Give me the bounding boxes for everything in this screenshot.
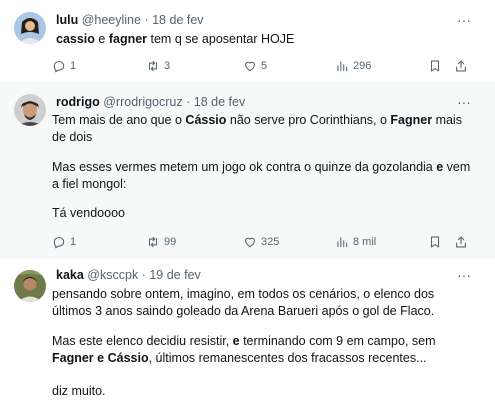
like-count: 5 <box>261 60 268 72</box>
share-icon <box>456 236 466 248</box>
tweet-feed: lulu @heeyline · 18 de fev ··· cassio e … <box>0 0 495 400</box>
views-icon <box>337 237 348 248</box>
reply-icon <box>53 237 65 249</box>
reply-count: 1 <box>70 60 77 72</box>
tweet-date[interactable]: 19 de fev <box>149 268 200 282</box>
separator-dot: · <box>144 13 149 27</box>
tweet-rodrigo[interactable]: rodrigo @rrodrigocruz · 18 de fev ··· Te… <box>0 83 495 257</box>
retweet-button[interactable]: 99 <box>146 233 176 251</box>
avatar[interactable] <box>14 94 46 126</box>
bookmark-icon <box>430 60 440 72</box>
share-button[interactable] <box>454 233 468 251</box>
user-handle[interactable]: @heeyline <box>82 13 141 27</box>
mention-fagner: Fagner <box>52 351 94 365</box>
text-fragment: , últimos remanescentes dos fracassos re… <box>148 351 427 365</box>
text-fragment: Tem mais de ano que o <box>52 113 186 127</box>
tweet-text-p3: Tá vendoooo <box>52 205 477 222</box>
tweet-text-p2: Mas este elenco decidiu resistir, e term… <box>52 333 477 367</box>
mention-cassio: cassio <box>56 32 95 46</box>
views-count: 8 mil <box>353 236 377 248</box>
like-count: 325 <box>261 236 280 248</box>
heart-icon <box>245 61 255 72</box>
bookmark-button[interactable] <box>428 57 442 75</box>
retweet-count: 3 <box>164 60 171 72</box>
tweet-text-p3: diz muito. <box>52 383 477 400</box>
share-button[interactable] <box>454 57 468 75</box>
text-fragment: Tá vendoooo <box>52 206 125 220</box>
avatar-image <box>14 12 46 44</box>
highlight-e: e <box>232 334 240 348</box>
avatar-image <box>14 94 46 126</box>
tweet-actions: 1 99 325 8 mil <box>52 233 477 251</box>
text-fragment: tem q se aposentar HOJE <box>147 32 295 46</box>
reply-button[interactable]: 1 <box>52 233 76 251</box>
reply-icon <box>53 61 65 73</box>
tweet-text: cassio e fagner tem q se aposentar HOJE <box>56 31 481 48</box>
views-button[interactable]: 8 mil <box>335 233 376 251</box>
bookmark-icon <box>430 236 440 248</box>
separator-dot: · <box>141 268 146 282</box>
tweet-kaka[interactable]: kaka @ksccpk · 19 de fev ··· pensando so… <box>0 258 495 400</box>
retweet-count: 99 <box>164 236 177 248</box>
display-name[interactable]: kaka <box>56 268 84 282</box>
display-name[interactable]: rodrigo <box>56 95 100 109</box>
user-handle[interactable]: @ksccpk <box>87 268 138 282</box>
heart-icon <box>245 237 255 248</box>
reply-button[interactable]: 1 <box>52 57 76 75</box>
display-name[interactable]: lulu <box>56 13 78 27</box>
tweet-text-p2: Mas esses vermes metem um jogo ok contra… <box>52 159 477 193</box>
retweet-icon <box>148 236 158 248</box>
tweet-date[interactable]: 18 de fev <box>152 13 203 27</box>
more-icon[interactable]: ··· <box>455 268 473 283</box>
separator-dot: · <box>186 95 191 109</box>
retweet-button[interactable]: 3 <box>146 57 170 75</box>
tweet-text-p1: pensando sobre ontem, imagino, em todos … <box>52 286 477 320</box>
bookmark-button[interactable] <box>428 233 442 251</box>
views-count: 296 <box>353 60 372 72</box>
mention-cassio: Cássio <box>185 113 227 127</box>
tweet-date[interactable]: 18 de fev <box>194 95 245 109</box>
text-fragment: diz muito. <box>52 384 106 398</box>
tweet-header: rodrigo @rrodrigocruz · 18 de fev <box>56 94 245 110</box>
text-fragment: terminando com 9 em campo, sem <box>239 334 439 348</box>
tweet-header: lulu @heeyline · 18 de fev <box>56 12 204 28</box>
tweet-actions: 1 3 5 296 <box>52 57 477 75</box>
more-icon[interactable]: ··· <box>455 13 473 28</box>
views-icon <box>337 61 348 72</box>
mention-fagner: fagner <box>108 32 148 46</box>
retweet-icon <box>148 60 158 72</box>
text-fragment: Mas este elenco decidiu resistir, <box>52 334 233 348</box>
text-fragment: pensando sobre ontem, imagino, em todos … <box>52 287 438 318</box>
tweet-lulu[interactable]: lulu @heeyline · 18 de fev ··· cassio e … <box>0 0 495 82</box>
user-handle[interactable]: @rrodrigocruz <box>103 95 182 109</box>
avatar[interactable] <box>14 270 46 302</box>
reply-count: 1 <box>70 236 77 248</box>
share-icon <box>456 60 466 72</box>
views-button[interactable]: 296 <box>335 57 371 75</box>
like-button[interactable]: 5 <box>243 57 267 75</box>
avatar[interactable] <box>14 12 46 44</box>
mention-cassio: Cássio <box>107 351 149 365</box>
more-icon[interactable]: ··· <box>455 95 473 110</box>
tweet-header: kaka @ksccpk · 19 de fev <box>56 267 201 283</box>
text-fragment: Mas esses vermes metem um jogo ok contra… <box>52 160 437 174</box>
like-button[interactable]: 325 <box>243 233 279 251</box>
text-fragment: e <box>94 32 109 46</box>
text-fragment: não serve pro Corinthians, o <box>226 113 391 127</box>
tweet-text-p1: Tem mais de ano que o Cássio não serve p… <box>52 112 477 146</box>
avatar-image <box>14 270 46 302</box>
mention-fagner: Fagner <box>390 113 433 127</box>
